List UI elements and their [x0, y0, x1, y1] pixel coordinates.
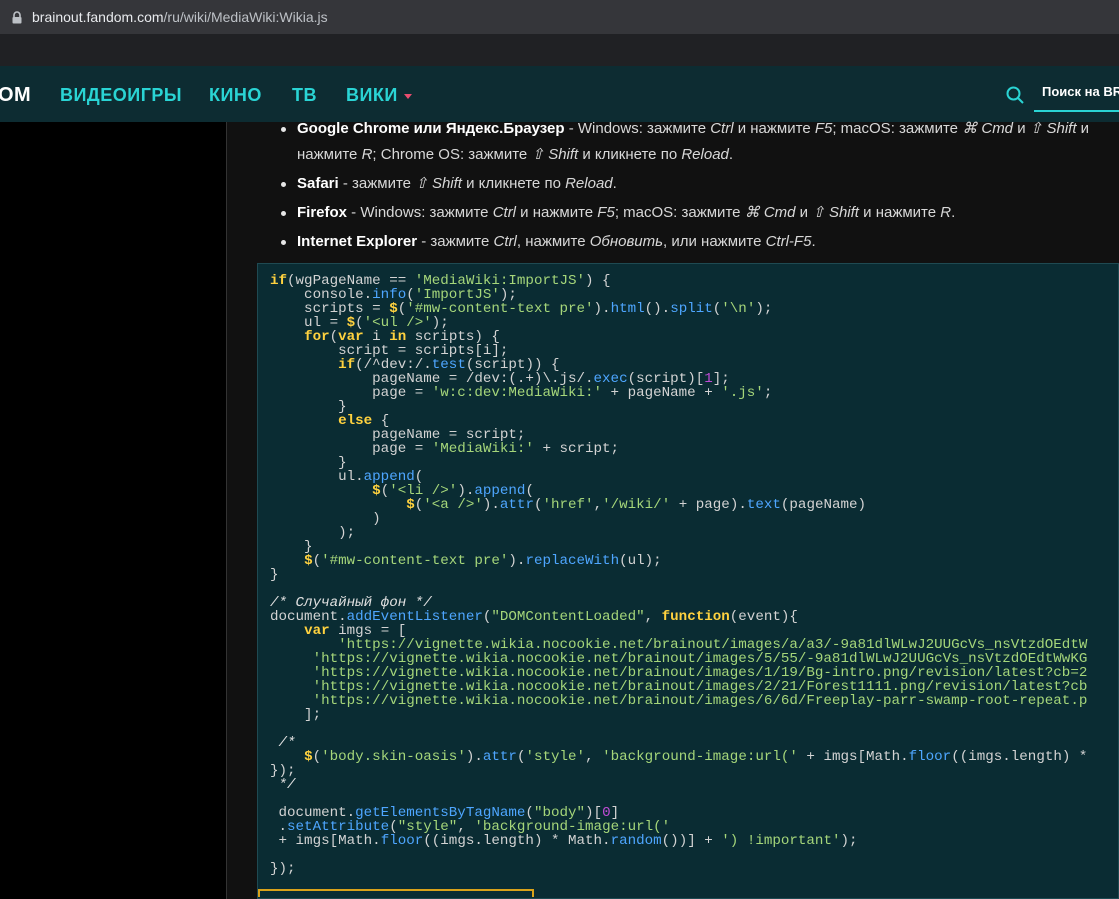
code-line: $('<li />').append(: [372, 483, 534, 499]
chevron-down-icon: [403, 93, 412, 99]
instruction-text: - Windows: зажмите Ctrl и нажмите F5; ma…: [347, 204, 956, 221]
code-line: $('<a />').attr('href','/wiki/' + page).…: [406, 497, 867, 513]
code-line: + imgs[Math.floor((imgs.length) * Math.r…: [270, 833, 858, 849]
url-text[interactable]: brainout.fandom.com/ru/wiki/MediaWiki:Wi…: [32, 9, 328, 25]
code-line: page = 'MediaWiki:' + script;: [270, 441, 620, 457]
code-line: }: [270, 567, 279, 583]
code-line: 'https://vignette.wikia.nocookie.net/bra…: [312, 665, 1088, 681]
code-line: 'https://vignette.wikia.nocookie.net/bra…: [312, 679, 1088, 695]
code-line: document.addEventListener("DOMContentLoa…: [270, 609, 798, 625]
instruction-text: - зажмите ⇧ Shift и кликнете по Reload.: [338, 175, 617, 192]
code-line: ];: [270, 707, 322, 723]
nav-item-wikis-label: ВИКИ: [346, 85, 398, 105]
code-line: pageName = script;: [270, 427, 526, 443]
code-line: 'https://vignette.wikia.nocookie.net/bra…: [312, 651, 1088, 667]
url-path: /ru/wiki/MediaWiki:Wikia.js: [163, 9, 328, 25]
code-line: if(/^dev:/.test(script)) {: [338, 357, 560, 373]
code-line: ul = $('<ul />');: [270, 315, 449, 331]
code-line: });: [270, 763, 296, 779]
code-line: }: [270, 455, 347, 471]
code-line: }: [270, 539, 313, 555]
left-rail: [0, 122, 226, 899]
cache-instructions-list: Google Chrome или Яндекс.Браузер - Windo…: [281, 120, 1111, 255]
code-line: else {: [338, 413, 390, 429]
search-icon[interactable]: [1006, 86, 1024, 109]
list-item: Internet Explorer - зажмите Ctrl, нажмит…: [281, 229, 1111, 255]
list-item: Firefox - Windows: зажмите Ctrl и нажмит…: [281, 200, 1111, 226]
code-line: if(wgPageName == 'MediaWiki:ImportJS') {: [270, 273, 611, 289]
code-line: for(var i in scripts) {: [304, 329, 500, 345]
search-input[interactable]: Поиск на BR: [1034, 72, 1119, 112]
instruction-text: - зажмите Ctrl, нажмите Обновить, или на…: [417, 233, 816, 250]
code-line: var imgs = [: [304, 623, 407, 639]
browser-name: Safari: [297, 175, 339, 192]
browser-name: Internet Explorer: [297, 233, 418, 250]
list-item: Google Chrome или Яндекс.Браузер - Windo…: [281, 116, 1111, 168]
nav-item-tv[interactable]: ТВ: [292, 85, 317, 106]
nav-item-wikis[interactable]: ВИКИ: [346, 85, 412, 106]
code-line: pageName = /dev:(.+)\.js/.exec(script)[1…: [270, 371, 730, 387]
code-line: 'https://vignette.wikia.nocookie.net/bra…: [338, 637, 1088, 653]
list-item: Safari - зажмите ⇧ Shift и кликнете по R…: [281, 171, 1111, 197]
code-line: });: [270, 861, 296, 877]
fandom-nav: OM ВИДЕОИГРЫ КИНО ТВ ВИКИ: [0, 66, 1119, 122]
code-line: $('body.skin-oasis').attr('style', 'back…: [304, 749, 1088, 765]
address-bar[interactable]: brainout.fandom.com/ru/wiki/MediaWiki:Wi…: [0, 0, 1119, 34]
code-line: /* Случайный фон */: [270, 595, 432, 611]
code-line: document.getElementsByTagName("body")[0]: [270, 805, 620, 821]
code-line: scripts = $('#mw-content-text pre').html…: [270, 301, 773, 317]
code-line: .setAttribute("style", 'background-image…: [270, 819, 671, 835]
browser-name: Google Chrome или Яндекс.Браузер: [297, 120, 565, 137]
code-line: page = 'w:c:dev:MediaWiki:' + pageName +…: [270, 385, 773, 401]
fandom-logo[interactable]: OM: [0, 84, 31, 107]
code-line: );: [270, 525, 356, 541]
bookmarks-bar: [0, 34, 1119, 66]
lock-icon[interactable]: [12, 11, 22, 24]
code-text: if(wgPageName == 'MediaWiki:ImportJS') {…: [270, 274, 1087, 876]
code-line: ): [270, 511, 381, 527]
url-host: brainout.fandom.com: [32, 9, 164, 25]
code-line: $('#mw-content-text pre').replaceWith(ul…: [304, 553, 662, 569]
nav-item-movies[interactable]: КИНО: [209, 85, 262, 106]
code-line: script = scripts[i];: [270, 343, 509, 359]
horizontal-scrollbar[interactable]: [258, 889, 534, 897]
code-line: console.info('ImportJS');: [270, 287, 517, 303]
code-line: ul.append(: [270, 469, 424, 485]
code-line: }: [270, 399, 347, 415]
nav-item-videogames[interactable]: ВИДЕОИГРЫ: [60, 85, 182, 106]
browser-name: Firefox: [297, 204, 348, 221]
code-line: */: [270, 777, 296, 793]
code-block[interactable]: if(wgPageName == 'MediaWiki:ImportJS') {…: [257, 263, 1119, 899]
code-line: /*: [270, 735, 296, 751]
code-line: 'https://vignette.wikia.nocookie.net/bra…: [312, 693, 1088, 709]
